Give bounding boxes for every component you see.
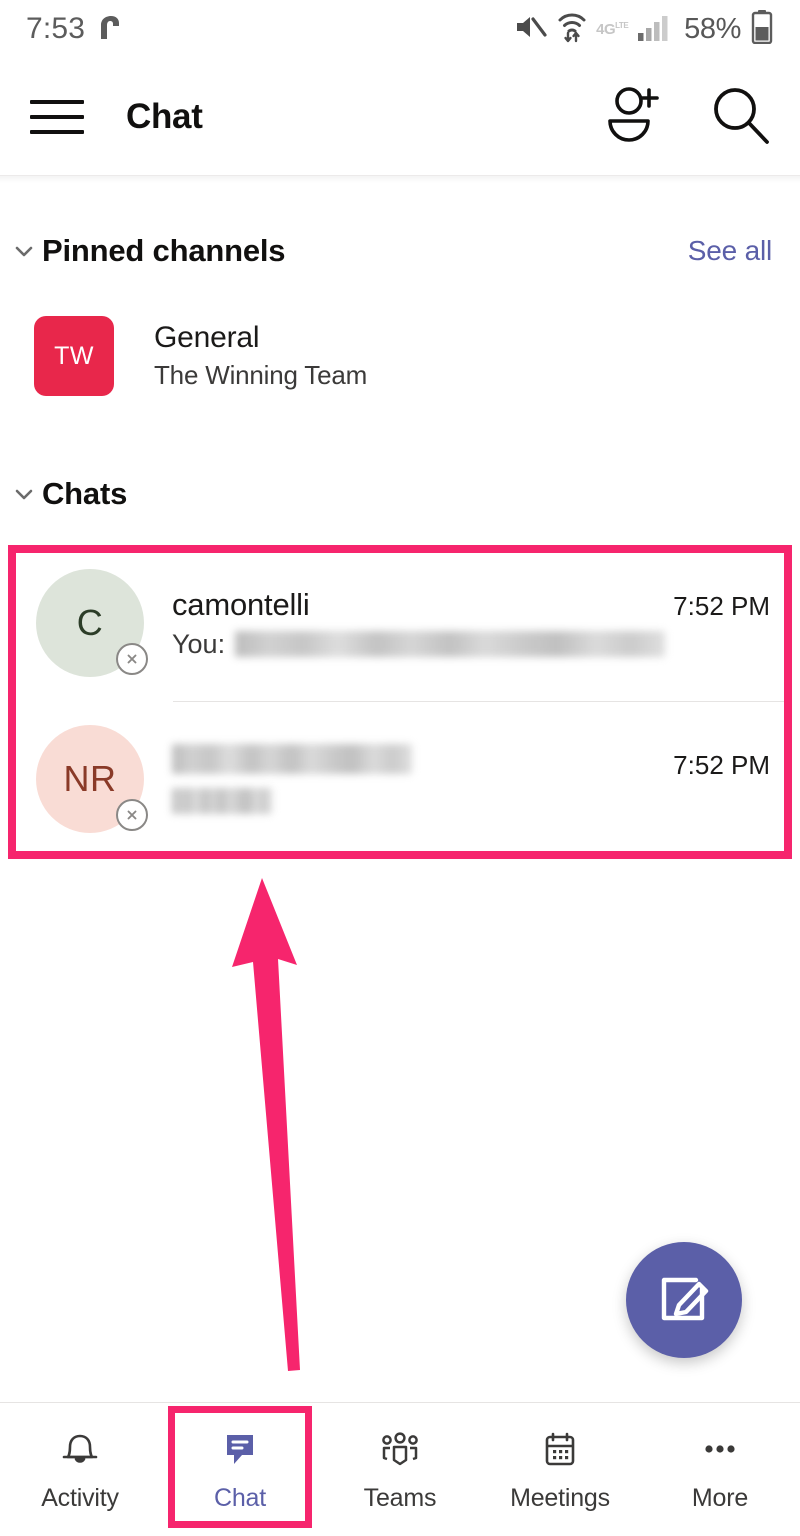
- hamburger-menu-icon[interactable]: [30, 97, 84, 137]
- page-title: Chat: [126, 97, 203, 136]
- bell-icon: [56, 1426, 104, 1472]
- team-avatar: TW: [34, 316, 114, 396]
- up-arrow-annotation: [140, 870, 390, 1390]
- redacted-contact-name: [172, 744, 412, 774]
- speaker-mute-icon: [514, 12, 548, 47]
- see-all-link[interactable]: See all: [688, 235, 772, 267]
- status-bar-right: 4G LTE 58%: [514, 9, 774, 49]
- header-shadow: [0, 176, 800, 183]
- chat-bubble-icon: [216, 1426, 264, 1472]
- chat-timestamp: 7:52 PM: [673, 590, 770, 621]
- nav-label-activity: Activity: [41, 1484, 119, 1512]
- nav-label-chat: Chat: [213, 1484, 266, 1512]
- pinned-channels-title: Pinned channels: [42, 233, 286, 268]
- pinned-channel-row[interactable]: TW General The Winning Team: [0, 300, 800, 412]
- battery-half-icon: [750, 9, 774, 49]
- status-clock: 7:53: [26, 12, 86, 45]
- status-bar: 7:53 4G LTE 58%: [0, 0, 800, 58]
- calendar-icon: [536, 1426, 584, 1472]
- avatar: NR: [36, 725, 148, 833]
- status-bar-left: 7:53: [26, 12, 123, 46]
- nav-tab-chat[interactable]: Chat: [160, 1403, 320, 1536]
- chat-item-body: camontelli 7:52 PM You:: [172, 587, 770, 660]
- compose-new-chat-icon: [655, 1269, 713, 1332]
- chat-item-top-row: camontelli 7:52 PM: [172, 587, 770, 623]
- chat-message-preview: You:: [172, 629, 770, 660]
- app-header: Chat: [0, 58, 800, 176]
- cellular-signal-icon: [637, 12, 671, 47]
- chat-list-item[interactable]: C camontelli 7:52 PM You:: [8, 545, 792, 701]
- chat-contact-name: camontelli: [172, 586, 310, 622]
- add-person-icon[interactable]: [602, 85, 668, 150]
- presence-offline-icon: [116, 643, 148, 675]
- pinned-channel-text: General The Winning Team: [154, 321, 367, 391]
- chat-list: C camontelli 7:52 PM You: NR 7:52 PM: [8, 545, 792, 859]
- chevron-down-icon[interactable]: [12, 482, 36, 506]
- battery-percent-label: 58%: [684, 12, 741, 45]
- nav-label-more: More: [691, 1484, 749, 1512]
- ellipsis-icon: [696, 1426, 744, 1472]
- nav-tab-activity[interactable]: Activity: [0, 1403, 160, 1536]
- search-icon[interactable]: [710, 84, 772, 151]
- chat-redacted-stack: [172, 744, 412, 814]
- chats-title: Chats: [42, 476, 128, 511]
- channel-team-name: The Winning Team: [154, 360, 368, 390]
- channel-name: General: [154, 321, 260, 354]
- nova-launcher-icon: [97, 13, 123, 46]
- compose-new-chat-button[interactable]: [626, 1242, 742, 1358]
- nav-tab-more[interactable]: More: [640, 1403, 800, 1536]
- header-actions: [602, 84, 772, 151]
- presence-offline-icon: [116, 799, 148, 831]
- bottom-navigation-bar: Activity Chat Teams Meetings More: [0, 1402, 800, 1536]
- redacted-message-text: [172, 788, 272, 814]
- chats-section-header: Chats: [0, 465, 800, 523]
- network-type-label: 4G LTE: [596, 20, 629, 38]
- nav-tab-teams[interactable]: Teams: [320, 1403, 480, 1536]
- pinned-channels-section-header: Pinned channels See all: [0, 222, 800, 280]
- chat-item-top-row: 7:52 PM: [172, 744, 770, 814]
- avatar: C: [36, 569, 148, 677]
- chat-preview-prefix: You:: [172, 628, 226, 659]
- chat-timestamp: 7:52 PM: [673, 750, 770, 780]
- nav-tab-meetings[interactable]: Meetings: [480, 1403, 640, 1536]
- chat-list-item[interactable]: NR 7:52 PM: [8, 701, 792, 857]
- chat-item-body: 7:52 PM: [172, 744, 770, 814]
- wifi-data-transfer-icon: [557, 11, 587, 48]
- redacted-message-text: [235, 631, 666, 657]
- nav-label-meetings: Meetings: [510, 1484, 610, 1512]
- teams-people-icon: [376, 1426, 424, 1472]
- chevron-down-icon[interactable]: [12, 239, 36, 263]
- nav-label-teams: Teams: [363, 1484, 437, 1512]
